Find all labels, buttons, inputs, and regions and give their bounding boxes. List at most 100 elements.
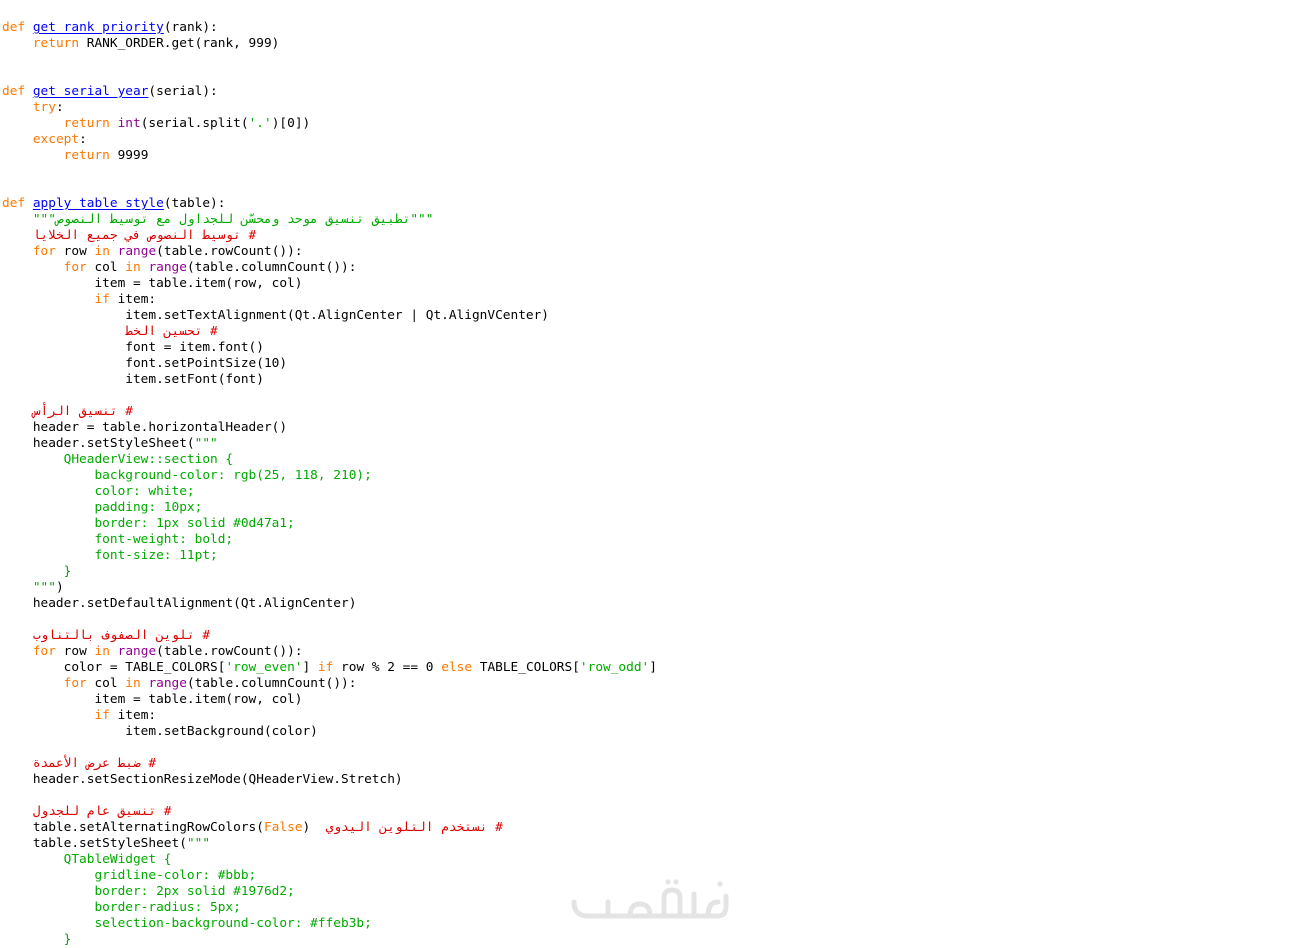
string-token: padding: 10px; [2,500,203,515]
string-token: '.' [248,116,272,131]
khamsat-logo-icon [571,879,729,919]
comment-token: # توسيط النصوص في جميع الخلايا [32,228,257,243]
comment-token: # ضبط عرض الأعمدة [32,756,157,771]
keyword-token: for [63,676,87,691]
code-token: (table.columnCount()): [186,676,357,691]
code-token: item.setBackground(color) [2,724,318,739]
comment-token: # تنسيق الرأس [32,404,133,419]
code-token: item.setFont(font) [2,372,264,387]
code-line: color: white; [2,484,1292,500]
code-line: # تنسيق الرأس [2,404,1292,420]
keyword-token: in [94,644,110,659]
code-line: item.setBackground(color) [2,724,1292,740]
string-token: font-weight: bold; [2,532,234,547]
keyword-token: return [63,116,110,131]
code-token: col [86,260,126,275]
code-line: if item: [2,708,1292,724]
code-token: header.setStyleSheet( [2,436,195,451]
code-line: # تلوين الصفوف بالتناوب [2,628,1292,644]
code-token: (table.columnCount()): [186,260,357,275]
code-line: def get_rank_priority(rank): [2,20,1292,36]
string-token: """ [2,580,56,595]
code-line: color = TABLE_COLORS['row_even'] if row … [2,660,1292,676]
code-token: header.setSectionResizeMode(QHeaderView.… [2,772,403,787]
code-token: (serial): [148,84,218,99]
code-token: font.setPointSize(10) [2,356,288,371]
function-name-token: apply_table_style [32,196,164,211]
string-token: gridline-color: #bbb; [2,868,257,883]
code-line: def get_serial_year(serial): [2,84,1292,100]
string-token: border: 2px solid #1976d2; [2,884,295,899]
code-token: (table.rowCount()): [156,244,303,259]
code-token: )[0]) [271,116,311,131]
code-line: # ضبط عرض الأعمدة [2,756,1292,772]
code-line: background-color: rgb(25, 118, 210); [2,468,1292,484]
keyword-token: if [94,292,110,307]
code-token: ) [302,820,326,835]
code-token: item: [109,292,157,307]
code-token: item.setTextAlignment(Qt.AlignCenter | Q… [2,308,550,323]
builtin-token: range [148,676,187,691]
code-token: (rank): [163,20,218,35]
string-token: """تطبيق تنسيق موحد ومحسّن للجداول مع تو… [32,212,434,227]
keyword-token: False [263,820,303,835]
code-line: item = table.item(row, col) [2,692,1292,708]
string-token: } [2,564,72,579]
code-line: if item: [2,292,1292,308]
code-line: padding: 10px; [2,500,1292,516]
code-token: 9999 [109,148,149,163]
code-line: """تطبيق تنسيق موحد ومحسّن للجداول مع تو… [2,212,1292,228]
code-line: """) [2,580,1292,596]
string-token: selection-background-color: #ffeb3b; [2,916,372,931]
code-line: } [2,932,1292,948]
code-line: QHeaderView::section { [2,452,1292,468]
code-token: font = item.font() [2,340,264,355]
keyword-token: return [32,36,80,51]
code-line: for col in range(table.columnCount()): [2,676,1292,692]
code-line: item.setFont(font) [2,372,1292,388]
keyword-token: if [317,660,334,675]
code-editor[interactable]: def get_rank_priority(rank): return RANK… [2,20,1292,948]
code-line: return int(serial.split('.')[0]) [2,116,1292,132]
builtin-token: int [117,116,141,131]
function-name-token: get_serial_year [32,84,149,99]
code-token: row [55,244,95,259]
code-token: (table.rowCount()): [156,644,303,659]
code-token: header = table.horizontalHeader() [2,420,288,435]
code-line: return 9999 [2,148,1292,164]
code-line: try: [2,100,1292,116]
code-line: item = table.item(row, col) [2,276,1292,292]
code-line: # تحسين الخط [2,324,1292,340]
code-line: font = item.font() [2,340,1292,356]
keyword-token: for [32,244,56,259]
code-line: item.setTextAlignment(Qt.AlignCenter | Q… [2,308,1292,324]
code-line: # تنسيق عام للجدول [2,804,1292,820]
string-token: font-size: 11pt; [2,548,218,563]
keyword-token: in [125,260,141,275]
keyword-token: for [63,260,87,275]
code-token: item = table.item(row, col) [2,692,303,707]
code-line: table.setStyleSheet(""" [2,836,1292,852]
keyword-token: else [441,660,473,675]
code-token: : [79,132,87,147]
code-line: } [2,564,1292,580]
string-token: 'row_even' [225,660,303,675]
keyword-token: def [2,20,26,35]
